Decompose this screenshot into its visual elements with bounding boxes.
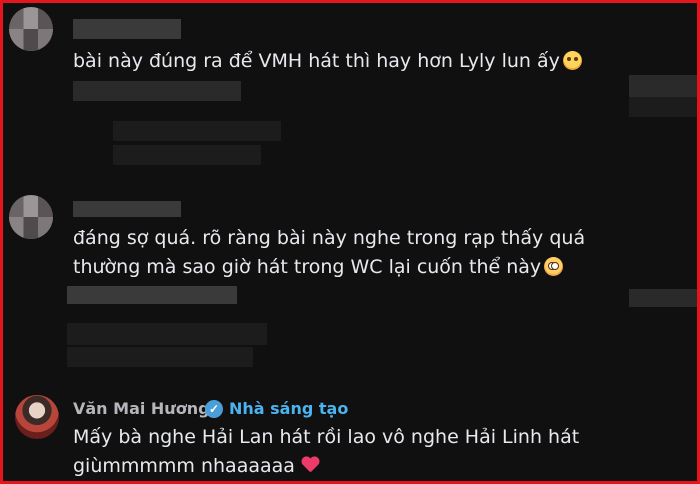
- comment-text-span: thường mà sao giờ hát trong WC lại cuốn …: [73, 256, 542, 278]
- blurred-reply-link: [113, 145, 261, 165]
- heart-icon: [301, 457, 319, 473]
- blurred-side: [629, 97, 697, 117]
- avatar[interactable]: [9, 195, 53, 239]
- comment-text: đáng sợ quá. rõ ràng bài này nghe trong …: [73, 224, 585, 282]
- comment-text: Mấy bà nghe Hải Lan hát rồi lao vô nghe …: [73, 423, 579, 481]
- avatar[interactable]: [9, 7, 53, 51]
- comment-text-span: giùmmmmm nhaaaaaa: [73, 455, 295, 477]
- flushed-face-icon: [544, 257, 564, 276]
- username[interactable]: Văn Mai Hương: [73, 399, 210, 418]
- verified-icon: ✓: [205, 400, 223, 418]
- comment-text-line: bài này đúng ra để VMH hát thì hay hơn L…: [73, 50, 560, 72]
- blurred-actions: [73, 81, 241, 101]
- blurred-reply-link: [67, 323, 267, 345]
- comment-text-line: Mấy bà nghe Hải Lan hát rồi lao vô nghe …: [73, 426, 580, 448]
- comment-text: bài này đúng ra để VMH hát thì hay hơn L…: [73, 47, 582, 76]
- avatar[interactable]: [15, 395, 59, 439]
- blurred-actions: [67, 286, 237, 304]
- blurred-username: [73, 19, 181, 39]
- comment-text-line: giùmmmmm nhaaaaaa: [73, 452, 579, 481]
- blurred-reply-link: [113, 121, 281, 141]
- comment-text-line: thường mà sao giờ hát trong WC lại cuốn …: [73, 253, 585, 282]
- blurred-side: [629, 75, 697, 97]
- blurred-side: [629, 289, 697, 307]
- blurred-username: [73, 201, 181, 217]
- relieved-face-icon: [562, 51, 582, 70]
- blurred-reply-link: [67, 347, 253, 367]
- comment-text-line: đáng sợ quá. rõ ràng bài này nghe trong …: [73, 227, 586, 249]
- comments-panel: bài này đúng ra để VMH hát thì hay hơn L…: [0, 0, 700, 484]
- creator-badge: Nhà sáng tạo: [229, 399, 349, 418]
